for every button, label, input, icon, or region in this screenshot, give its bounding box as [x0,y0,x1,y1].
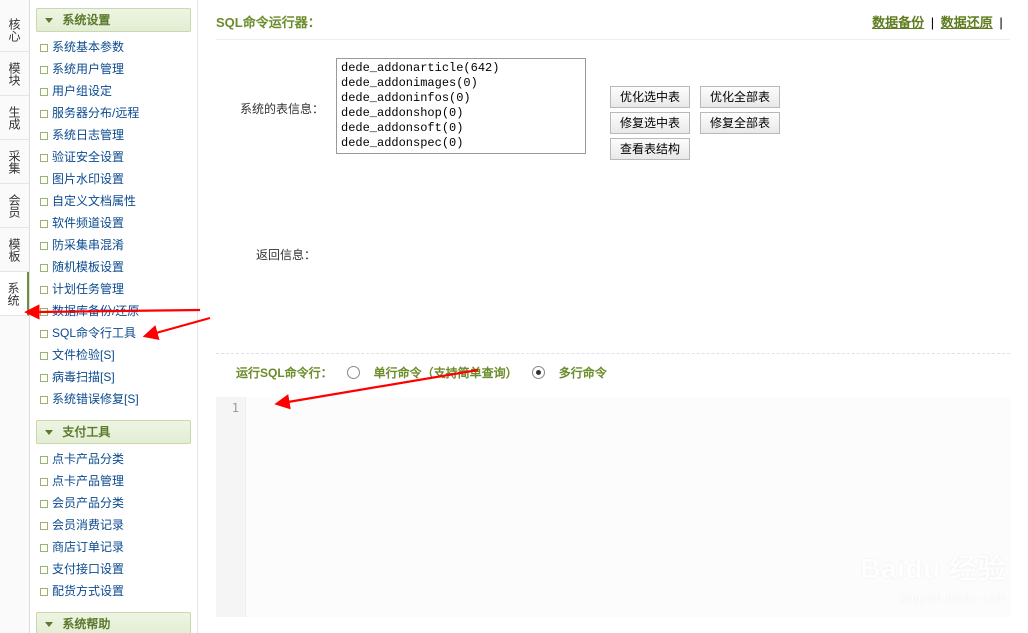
sidebar-item-errfix[interactable]: 系统错误修复[S] [36,388,191,410]
run-sql-label: 运行SQL命令行： [236,364,333,381]
sidebar-item-sqltool[interactable]: SQL命令行工具 [36,322,191,344]
radio-single-line[interactable] [347,366,360,379]
sidebar-item-watermark[interactable]: 图片水印设置 [36,168,191,190]
tab-collect[interactable]: 采集 [0,140,29,184]
section-header-help[interactable]: 系统帮助 [36,612,191,633]
page-title: SQL命令运行器： [216,12,321,31]
section-title: 系统帮助 [62,617,110,631]
repair-all-button[interactable]: 修复全部表 [700,112,780,134]
sidebar-item-payapi[interactable]: 支付接口设置 [36,558,191,580]
sql-editor[interactable]: 1 [216,397,1010,617]
sidebar-item-delivery[interactable]: 配货方式设置 [36,580,191,602]
radio-multi-label: 多行命令 [559,364,607,381]
sidebar-item-cardmgr[interactable]: 点卡产品管理 [36,470,191,492]
sidebar-item-filevfy[interactable]: 文件检验[S] [36,344,191,366]
sidebar-item-group[interactable]: 用户组设定 [36,80,191,102]
sidebar-item-memprod[interactable]: 会员产品分类 [36,492,191,514]
main-panel: SQL命令运行器： 数据备份 | 数据还原 | 系统的表信息： dede_add… [198,0,1028,633]
section-header-system[interactable]: 系统设置 [36,8,191,32]
sidebar-item-orders[interactable]: 商店订单记录 [36,536,191,558]
table-option[interactable]: dede_addonspec(0) [341,136,581,151]
sidebar-item-soft[interactable]: 软件频道设置 [36,212,191,234]
tab-module[interactable]: 模块 [0,52,29,96]
table-option[interactable]: dede_addoninfos(0) [341,91,581,106]
left-tab-bar: 核心 模块 生成 采集 会员 模板 系统 [0,0,30,633]
chevron-down-icon [45,18,53,23]
sidebar-item-verify[interactable]: 验证安全设置 [36,146,191,168]
radio-multi-line[interactable] [532,366,545,379]
line-gutter: 1 [216,397,246,617]
link-backup[interactable]: 数据备份 [872,15,924,30]
view-structure-button[interactable]: 查看表结构 [610,138,690,160]
section-header-pay[interactable]: 支付工具 [36,420,191,444]
sidebar-item-basic[interactable]: 系统基本参数 [36,36,191,58]
tab-build[interactable]: 生成 [0,96,29,140]
link-restore[interactable]: 数据还原 [941,15,993,30]
sidebar-item-server[interactable]: 服务器分布/远程 [36,102,191,124]
tab-member[interactable]: 会员 [0,184,29,228]
top-links: 数据备份 | 数据还原 | [869,12,1010,31]
sidebar-item-anticol[interactable]: 防采集串混淆 [36,234,191,256]
sidebar-item-users[interactable]: 系统用户管理 [36,58,191,80]
sidebar-item-log[interactable]: 系统日志管理 [36,124,191,146]
sidebar-item-cron[interactable]: 计划任务管理 [36,278,191,300]
chevron-down-icon [45,430,53,435]
sidebar-item-docattr[interactable]: 自定义文档属性 [36,190,191,212]
radio-single-label: 单行命令（支持简单查询） [374,364,518,381]
sidebar-item-cardcat[interactable]: 点卡产品分类 [36,448,191,470]
return-info-label: 返回信息： [216,246,1010,263]
sql-textarea[interactable] [246,397,1010,617]
repair-selected-button[interactable]: 修复选中表 [610,112,690,134]
table-option[interactable]: dede_addonshop(0) [341,106,581,121]
sidebar: 系统设置 系统基本参数 系统用户管理 用户组设定 服务器分布/远程 系统日志管理… [30,0,198,633]
optimize-all-button[interactable]: 优化全部表 [700,86,780,108]
sidebar-item-virus[interactable]: 病毒扫描[S] [36,366,191,388]
sidebar-item-randtpl[interactable]: 随机模板设置 [36,256,191,278]
optimize-selected-button[interactable]: 优化选中表 [610,86,690,108]
section-title: 系统设置 [62,13,110,27]
table-select[interactable]: dede_addonarticle(642) dede_addonimages(… [336,58,586,154]
table-option[interactable]: dede_addonarticle(642) [341,61,581,76]
table-option[interactable]: dede_addonsoft(0) [341,121,581,136]
tab-template[interactable]: 模板 [0,228,29,272]
chevron-down-icon [45,622,53,627]
tab-system[interactable]: 系统 [0,272,29,316]
tab-core[interactable]: 核心 [0,8,29,52]
table-info-label: 系统的表信息： [216,58,336,117]
sidebar-item-memlog[interactable]: 会员消费记录 [36,514,191,536]
table-option[interactable]: dede_addonimages(0) [341,76,581,91]
section-title: 支付工具 [62,425,110,439]
sidebar-item-dbbackup[interactable]: 数据库备份/还原 [36,300,191,322]
